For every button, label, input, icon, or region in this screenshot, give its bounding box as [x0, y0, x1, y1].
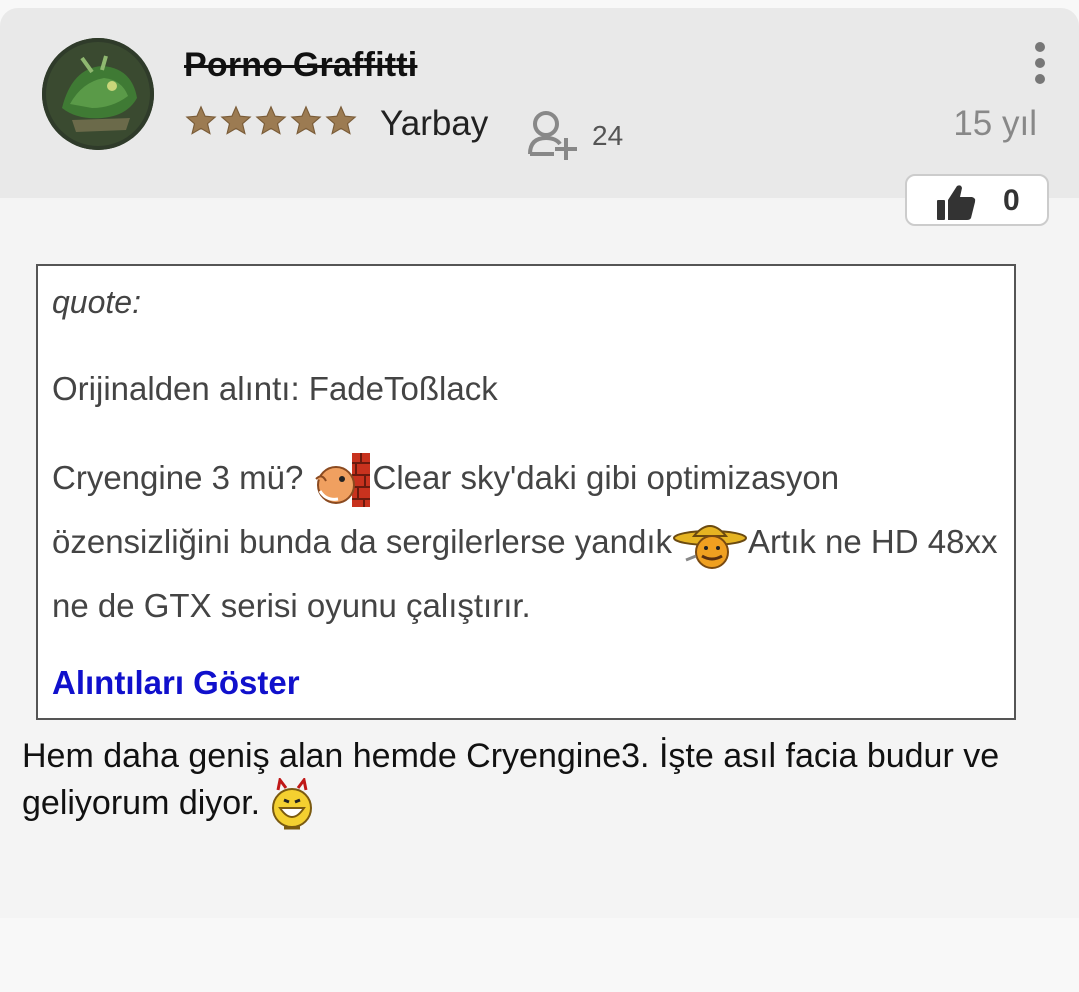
quote-box: quote: Orijinalden alıntı: FadeToßlack C… [36, 264, 1016, 720]
quote-text: Cryengine 3 mü? Clear sky'daki gibi opti… [52, 446, 1008, 638]
emoticon-wall-hit [315, 453, 371, 508]
star-icon [290, 105, 322, 135]
quote-label: quote: [52, 284, 141, 320]
post-age: 15 yıl [953, 104, 1037, 143]
star-icon [325, 105, 357, 135]
star-icon [220, 105, 252, 135]
star-icon [255, 105, 287, 135]
avatar[interactable] [42, 38, 154, 150]
rank-stars [184, 104, 358, 138]
thumbs-up-icon [937, 185, 976, 220]
like-count: 0 [1003, 184, 1020, 217]
post-header: Porno Graffitti Yarbay 24 15 yıl [0, 8, 1079, 198]
quote-source: Orijinalden alıntı: FadeToßlack [52, 370, 498, 407]
author-username[interactable]: Porno Graffitti [184, 46, 417, 85]
show-quotes-link[interactable]: Alıntıları Göster [52, 664, 300, 702]
post-body: Hem daha geniş alan hemde Cryengine3. İş… [22, 734, 1042, 832]
quote-text-part: Cryengine 3 mü? [52, 459, 313, 496]
emoticon-sombrero [673, 525, 748, 570]
star-icon [185, 105, 217, 135]
post-body-text: Hem daha geniş alan hemde Cryengine3. İş… [22, 737, 1000, 822]
follower-count: 24 [592, 120, 624, 151]
more-vertical-icon[interactable] [1028, 40, 1052, 90]
add-user-icon[interactable] [526, 108, 582, 164]
like-button[interactable]: 0 [905, 174, 1049, 226]
avatar-image [42, 38, 154, 150]
emoticon-devil-grin [271, 778, 312, 830]
post-card: Porno Graffitti Yarbay 24 15 yıl 0 quote… [0, 8, 1079, 918]
author-rank: Yarbay [380, 104, 489, 143]
